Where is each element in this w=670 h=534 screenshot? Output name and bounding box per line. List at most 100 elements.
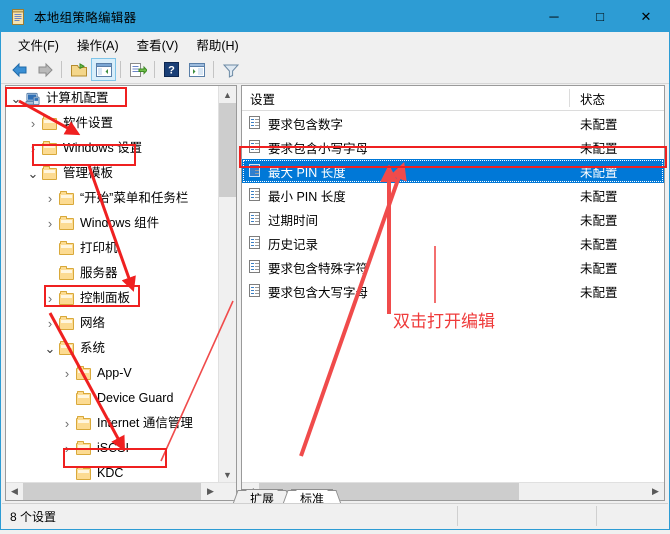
computer-icon bbox=[24, 92, 41, 106]
table-row[interactable]: 要求包含大写字母 未配置 bbox=[242, 279, 664, 303]
policy-setting-icon bbox=[248, 164, 262, 178]
tree-item[interactable]: › Windows 组件 bbox=[6, 211, 219, 236]
chevron-right-icon[interactable]: › bbox=[25, 117, 41, 130]
policy-setting-icon bbox=[248, 284, 262, 298]
tree-item[interactable]: › 网络 bbox=[6, 311, 219, 336]
chevron-down-icon[interactable]: ⌄ bbox=[25, 167, 41, 180]
tree-item[interactable]: KDC bbox=[6, 461, 219, 483]
console-tree-pane: ⌄ 计算机配置 › 软件设置 › Windows 设置 ⌄ 管理模板 › “开始”菜单和任务栏 › W… bbox=[5, 85, 237, 501]
filter-icon[interactable] bbox=[218, 58, 243, 81]
table-row[interactable]: 最大 PIN 长度 未配置 bbox=[242, 159, 664, 183]
tree-item-label: 打印机 bbox=[80, 241, 118, 255]
tree-item[interactable]: › “开始”菜单和任务栏 bbox=[6, 186, 219, 211]
tree-vertical-scrollbar[interactable]: ▲ ▼ bbox=[218, 86, 236, 483]
policy-setting-icon bbox=[248, 188, 262, 202]
folder-icon bbox=[58, 290, 75, 306]
table-row[interactable]: 要求包含特殊字符 未配置 bbox=[242, 255, 664, 279]
toolbar: ? bbox=[1, 56, 669, 84]
tree-item[interactable]: › Internet 通信管理 bbox=[6, 411, 219, 436]
forward-icon[interactable] bbox=[32, 58, 57, 81]
chevron-right-icon[interactable]: › bbox=[25, 142, 41, 155]
table-row[interactable]: 最小 PIN 长度 未配置 bbox=[242, 183, 664, 207]
tree-horizontal-scrollbar[interactable]: ◀ ▶ bbox=[6, 482, 236, 500]
chevron-right-icon[interactable]: › bbox=[42, 217, 58, 230]
folder-icon bbox=[58, 215, 75, 231]
setting-state: 未配置 bbox=[580, 261, 618, 276]
console-tree[interactable]: ⌄ 计算机配置 › 软件设置 › Windows 设置 ⌄ 管理模板 › “开始”菜单和任务栏 › W… bbox=[6, 86, 219, 483]
column-header-state[interactable]: 状态 bbox=[570, 89, 664, 108]
minimize-button[interactable]: ─ bbox=[531, 1, 577, 32]
tree-item[interactable]: ⌄ 管理模板 bbox=[6, 161, 219, 186]
chevron-right-icon[interactable]: › bbox=[42, 317, 58, 330]
setting-name: 要求包含数字 bbox=[268, 117, 344, 132]
scroll-down-icon[interactable]: ▼ bbox=[219, 466, 236, 483]
tree-item-label: App-V bbox=[97, 366, 132, 380]
setting-name: 历史记录 bbox=[268, 237, 319, 252]
scroll-left-icon[interactable]: ◀ bbox=[6, 483, 23, 500]
chevron-right-icon[interactable]: › bbox=[59, 367, 75, 380]
table-row[interactable]: 要求包含小写字母 未配置 bbox=[242, 135, 664, 159]
folder-icon bbox=[58, 240, 75, 256]
chevron-right-icon[interactable]: › bbox=[42, 292, 58, 305]
maximize-button[interactable]: □ bbox=[577, 1, 623, 32]
settings-list[interactable]: 要求包含数字 未配置 要求包含小写字母 未配置 最大 PIN 长度 未配置 最小 PIN 长… bbox=[242, 111, 664, 482]
policy-setting-icon bbox=[248, 260, 262, 274]
tree-item[interactable]: 打印机 bbox=[6, 236, 219, 261]
tree-hscrollbar-thumb[interactable] bbox=[23, 483, 201, 500]
show-hide-tree-icon[interactable] bbox=[91, 58, 116, 81]
chevron-down-icon[interactable]: ⌄ bbox=[42, 342, 58, 355]
tree-item[interactable]: ⌄ 系统 bbox=[6, 336, 219, 361]
toolbar-separator bbox=[120, 61, 121, 78]
show-detail-pane-icon[interactable] bbox=[184, 58, 209, 81]
list-scroll-right-icon[interactable]: ▶ bbox=[647, 483, 664, 500]
policy-setting-icon bbox=[248, 140, 262, 154]
policy-setting-icon bbox=[248, 116, 262, 130]
tree-item-label: Internet 通信管理 bbox=[97, 416, 193, 430]
tree-item[interactable]: › 控制面板 bbox=[6, 286, 219, 311]
chevron-right-icon[interactable]: › bbox=[59, 442, 75, 455]
tree-item[interactable]: › 软件设置 bbox=[6, 111, 219, 136]
tree-item-label: Windows 组件 bbox=[80, 216, 160, 230]
tree-item[interactable]: 服务器 bbox=[6, 261, 219, 286]
tree-item-label: 服务器 bbox=[80, 266, 118, 280]
export-list-icon[interactable] bbox=[125, 58, 150, 81]
tree-item-label: KDC bbox=[97, 466, 124, 480]
tree-item-label: “开始”菜单和任务栏 bbox=[80, 191, 189, 205]
menu-help[interactable]: 帮助(H) bbox=[187, 32, 247, 57]
status-bar: 8 个设置 bbox=[2, 503, 668, 528]
chevron-right-icon[interactable]: › bbox=[59, 417, 75, 430]
show-folder-icon[interactable] bbox=[66, 58, 91, 81]
folder-icon bbox=[58, 315, 75, 331]
policy-setting-icon bbox=[248, 212, 262, 226]
setting-state: 未配置 bbox=[580, 165, 618, 180]
menu-file[interactable]: 文件(F) bbox=[9, 32, 68, 57]
scroll-right-icon[interactable]: ▶ bbox=[202, 483, 219, 500]
chevron-down-icon[interactable]: ⌄ bbox=[8, 92, 24, 105]
setting-state: 未配置 bbox=[580, 141, 618, 156]
column-header-setting[interactable]: 设置 bbox=[242, 89, 569, 108]
scrollbar-corner bbox=[219, 483, 236, 500]
table-row[interactable]: 历史记录 未配置 bbox=[242, 231, 664, 255]
close-button[interactable]: ✕ bbox=[623, 1, 669, 32]
setting-state: 未配置 bbox=[580, 285, 618, 300]
help-icon[interactable]: ? bbox=[159, 58, 184, 81]
menu-view[interactable]: 查看(V) bbox=[128, 32, 188, 57]
folder-icon bbox=[75, 365, 92, 381]
back-icon[interactable] bbox=[7, 58, 32, 81]
menu-bar: 文件(F) 操作(A) 查看(V) 帮助(H) bbox=[1, 32, 669, 56]
folder-icon bbox=[75, 465, 92, 481]
table-row[interactable]: 过期时间 未配置 bbox=[242, 207, 664, 231]
tree-item[interactable]: › iSCSI bbox=[6, 436, 219, 461]
tree-item[interactable]: › Windows 设置 bbox=[6, 136, 219, 161]
folder-icon bbox=[58, 340, 75, 356]
table-row[interactable]: 要求包含数字 未配置 bbox=[242, 111, 664, 135]
folder-icon bbox=[75, 440, 92, 456]
scroll-up-icon[interactable]: ▲ bbox=[219, 86, 236, 103]
tree-item[interactable]: › App-V bbox=[6, 361, 219, 386]
tree-item-label: 网络 bbox=[80, 316, 106, 330]
tree-scrollbar-thumb[interactable] bbox=[219, 103, 236, 197]
chevron-right-icon[interactable]: › bbox=[42, 192, 58, 205]
tree-item[interactable]: ⌄ 计算机配置 bbox=[6, 86, 219, 111]
tree-item[interactable]: Device Guard bbox=[6, 386, 219, 411]
menu-action[interactable]: 操作(A) bbox=[68, 32, 128, 57]
